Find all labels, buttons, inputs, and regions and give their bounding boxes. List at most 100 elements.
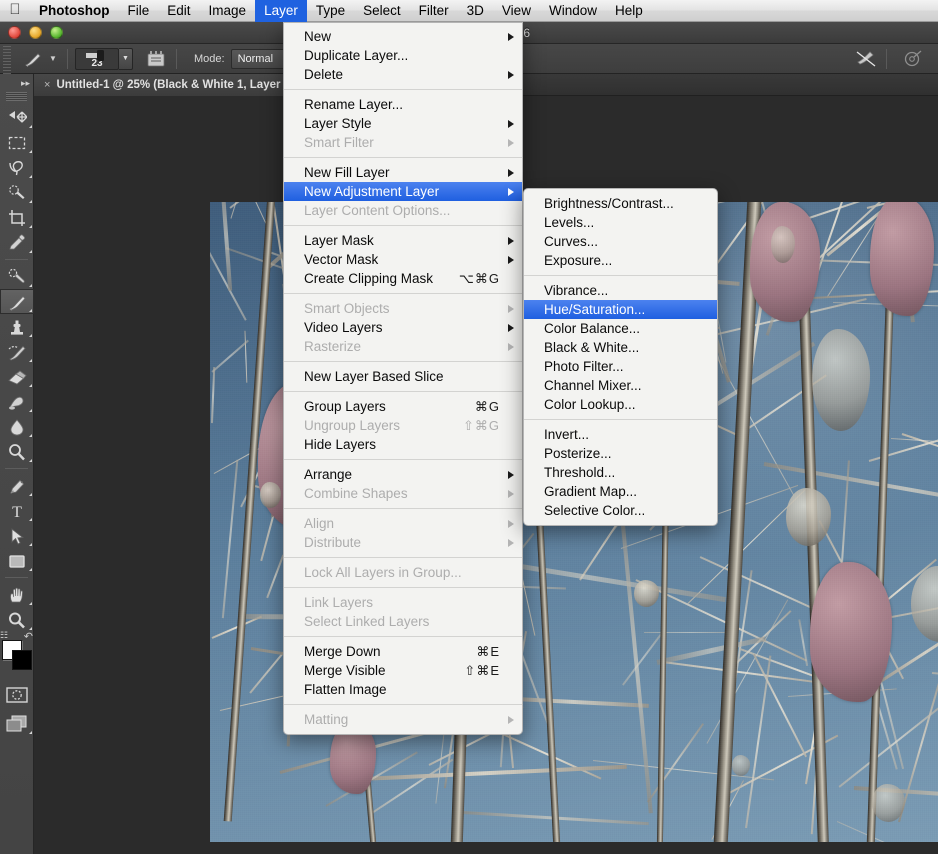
menu-item-gradient-map[interactable]: Gradient Map... [524,482,717,501]
brush-tool-preset-icon[interactable] [20,48,46,70]
menu-item-label: Video Layers [304,320,383,335]
menu-item-new-layer-based-slice[interactable]: New Layer Based Slice [284,367,522,386]
dodge-icon [9,443,25,460]
blur-tool[interactable] [0,414,34,439]
airbrush-toggle-icon[interactable] [853,48,879,70]
menu-item-merge-down[interactable]: Merge Down ⌘E [284,642,522,661]
menu-item-color-balance[interactable]: Color Balance... [524,319,717,338]
menu-view[interactable]: View [493,0,540,22]
menu-layer[interactable]: Layer [255,0,307,22]
quick-selection-tool[interactable] [0,180,34,205]
menu-item-color-lookup[interactable]: Color Lookup... [524,395,717,414]
menu-item-photo-filter[interactable]: Photo Filter... [524,357,717,376]
menu-item-layer-style[interactable]: Layer Style [284,114,522,133]
menu-edit[interactable]: Edit [158,0,199,22]
brush-size-box[interactable]: 23 [75,47,119,70]
menu-image[interactable]: Image [200,0,256,22]
menu-item-invert[interactable]: Invert... [524,425,717,444]
menu-window[interactable]: Window [540,0,606,22]
zoom-tool[interactable] [0,607,34,632]
menu-item-posterize[interactable]: Posterize... [524,444,717,463]
close-icon[interactable]: × [44,79,50,91]
tools-panel[interactable]: ▸▸ T ↶ ☷ [0,74,34,854]
quick-mask-toggle[interactable] [0,682,34,707]
menu-item-hide-layers[interactable]: Hide Layers [284,435,522,454]
menu-item-hue-saturation[interactable]: Hue/Saturation... [524,300,717,319]
horizontal-type-tool[interactable]: T [0,498,34,523]
eraser-tool[interactable] [0,364,34,389]
path-selection-tool[interactable] [0,523,34,548]
menu-item-new[interactable]: New [284,27,522,46]
gradient-tool[interactable] [0,389,34,414]
menu-item-curves[interactable]: Curves... [524,232,717,251]
system-menu-bar[interactable]:  PhotoshopFileEditImageLayerTypeSelectF… [0,0,938,22]
tablet-pressure-target-icon[interactable] [900,48,926,70]
menu-item-arrange[interactable]: Arrange [284,465,522,484]
menu-item-channel-mixer[interactable]: Channel Mixer... [524,376,717,395]
menu-select[interactable]: Select [354,0,410,22]
menu-3d[interactable]: 3D [458,0,493,22]
menu-item-new-adjustment-layer[interactable]: New Adjustment Layer [284,182,522,201]
menu-filter[interactable]: Filter [410,0,458,22]
menu-item-align: Align [284,514,522,533]
brush-preset-chevron-down-icon[interactable]: ▼ [46,54,60,63]
crop-tool[interactable] [0,205,34,230]
menu-item-threshold[interactable]: Threshold... [524,463,717,482]
submenu-arrow-icon [508,323,514,332]
menu-item-layer-mask[interactable]: Layer Mask [284,231,522,250]
crop-icon [9,209,25,226]
background-color-swatch[interactable] [12,650,32,670]
dodge-tool[interactable] [0,439,34,464]
menu-item-selective-color[interactable]: Selective Color... [524,501,717,520]
menu-photoshop[interactable]: Photoshop [30,0,119,22]
menu-item-black-white[interactable]: Black & White... [524,338,717,357]
move-tool[interactable] [0,105,34,130]
menu-item-group-layers[interactable]: Group Layers ⌘G [284,397,522,416]
menu-item-flatten-image[interactable]: Flatten Image [284,680,522,699]
menu-item-label: New Adjustment Layer [304,184,440,199]
menu-item-exposure[interactable]: Exposure... [524,251,717,270]
rectangle-tool[interactable] [0,548,34,573]
color-swatches[interactable]: ↶ ☷ [0,630,34,676]
menu-item-vibrance[interactable]: Vibrance... [524,281,717,300]
menu-item-brightness-contrast[interactable]: Brightness/Contrast... [524,194,717,213]
tool-corner-icon [29,334,32,337]
menu-item-create-clipping-mask[interactable]: Create Clipping Mask ⌥⌘G [284,269,522,288]
menu-item-duplicate-layer[interactable]: Duplicate Layer... [284,46,522,65]
clone-stamp-tool[interactable] [0,314,34,339]
tools-panel-grip[interactable] [6,92,27,101]
brush-size-chevron-down-icon[interactable]: ▼ [119,47,133,70]
submenu-arrow-icon [508,187,514,196]
screen-mode-toggle[interactable] [0,711,34,736]
lasso-tool[interactable] [0,155,34,180]
menu-item-delete[interactable]: Delete [284,65,522,84]
menu-item-new-fill-layer[interactable]: New Fill Layer [284,163,522,182]
menu-item-rename-layer[interactable]: Rename Layer... [284,95,522,114]
spot-healing-brush-tool[interactable] [0,264,34,289]
mode-label: Mode: [194,52,225,65]
apple-logo-icon[interactable]:  [0,2,30,19]
eyedropper-tool[interactable] [0,230,34,255]
hand-tool[interactable] [0,582,34,607]
pen-tool[interactable] [0,473,34,498]
new-adjustment-layer-submenu[interactable]: Brightness/Contrast... Levels... Curves...… [523,188,718,526]
swap-colors-icon[interactable]: ↶ [24,630,33,643]
history-brush-tool[interactable] [0,339,34,364]
menu-help[interactable]: Help [606,0,652,22]
layer-menu-dropdown[interactable]: New Duplicate Layer... Delete Rename Layer.… [283,22,523,735]
menu-item-merge-visible[interactable]: Merge Visible ⇧⌘E [284,661,522,680]
menu-item-video-layers[interactable]: Video Layers [284,318,522,337]
document-tab[interactable]: × Untitled‑1 @ 25% (Black & White 1, Lay… [34,74,294,96]
tools-panel-collapse[interactable]: ▸▸ [0,74,33,92]
menu-item-vector-mask[interactable]: Vector Mask [284,250,522,269]
tool-corner-icon [29,543,32,546]
menu-type[interactable]: Type [307,0,354,22]
menu-file[interactable]: File [119,0,159,22]
menu-item-shortcut: ⌘G [474,399,500,414]
menu-item-label: Hide Layers [304,437,377,452]
rectangular-marquee-tool[interactable] [0,130,34,155]
options-bar-grip[interactable] [0,43,14,74]
brush-panel-toggle-icon[interactable] [143,48,169,70]
menu-item-levels[interactable]: Levels... [524,213,717,232]
brush-tool[interactable] [0,289,34,314]
